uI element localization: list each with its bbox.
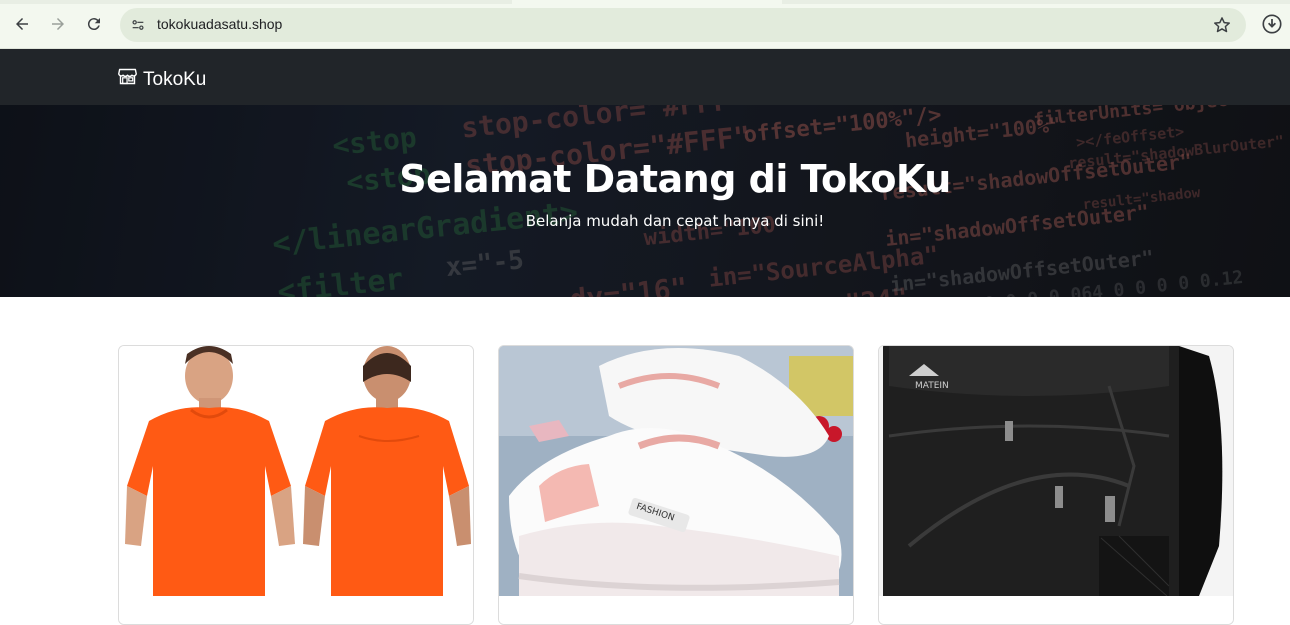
back-icon[interactable] <box>10 12 34 36</box>
forward-icon[interactable] <box>46 12 70 36</box>
hero-title: Selamat Datang di TokoKu <box>399 157 951 201</box>
site-info-icon[interactable] <box>127 14 149 36</box>
svg-text:MATEIN: MATEIN <box>915 381 949 391</box>
hero-banner: <stop stop-color="#FFF" stop-opacity <st… <box>0 105 1290 297</box>
white-pink-sneakers-photo[interactable]: FASHION <box>499 346 853 596</box>
download-icon[interactable] <box>1261 13 1283 35</box>
hero-subtitle: Belanja mudah dan cepat hanya di sini! <box>525 212 825 230</box>
product-card-backpack[interactable]: MATEIN <box>878 345 1234 625</box>
site-navbar: TokoKu <box>0 49 1290 105</box>
tab-strip <box>0 0 1290 4</box>
black-backpack-photo[interactable]: MATEIN <box>879 346 1233 596</box>
browser-toolbar: tokokuadasatu.shop <box>0 0 1290 49</box>
orange-tshirt-photo[interactable] <box>119 346 473 596</box>
shop-icon <box>117 66 138 93</box>
address-bar[interactable]: tokokuadasatu.shop <box>120 8 1246 42</box>
brand-label: TokoKu <box>143 68 207 90</box>
bookmark-star-icon[interactable] <box>1212 15 1232 35</box>
product-card-tshirt[interactable] <box>118 345 474 625</box>
product-card-sneakers[interactable]: FASHION <box>498 345 854 625</box>
reload-icon[interactable] <box>82 12 106 36</box>
brand-link[interactable]: TokoKu <box>117 66 206 93</box>
url-text[interactable]: tokokuadasatu.shop <box>157 16 282 32</box>
